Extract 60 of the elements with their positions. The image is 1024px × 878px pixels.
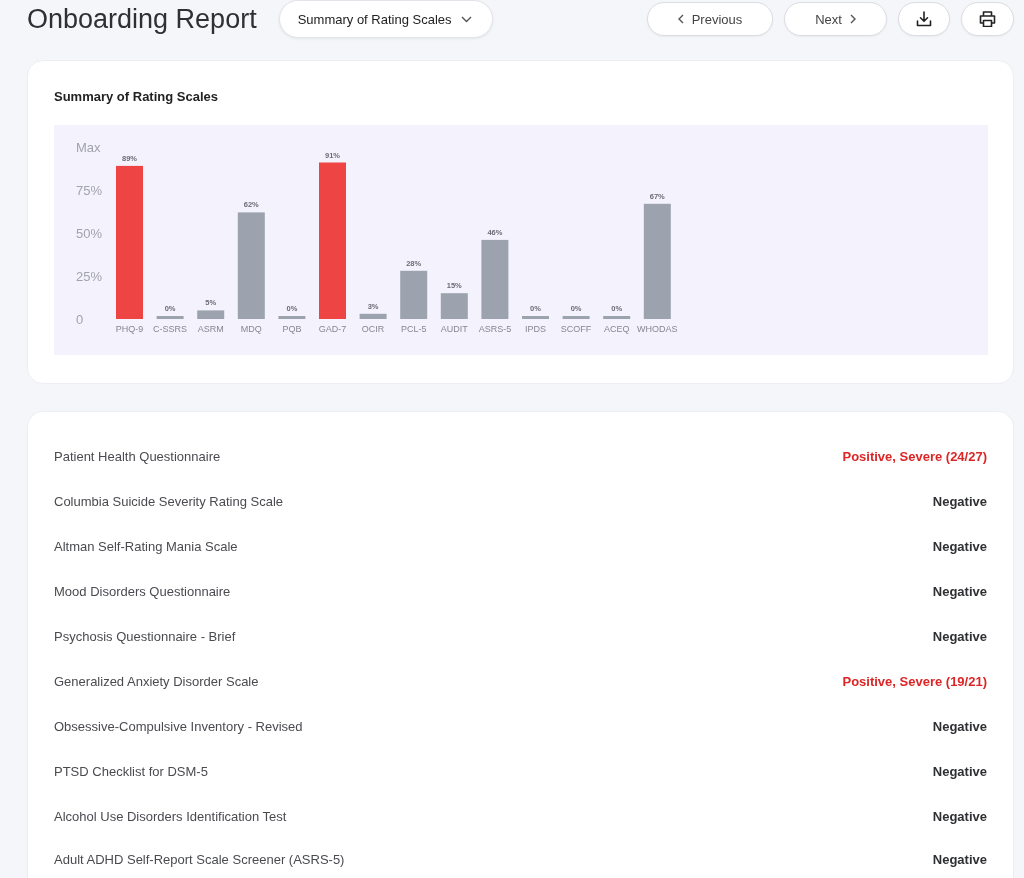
axis-tick-label: 50% bbox=[76, 225, 103, 241]
chart-bar bbox=[400, 270, 428, 319]
download-button[interactable] bbox=[898, 2, 950, 36]
category-label: C-SSRS bbox=[153, 323, 188, 334]
chart-bar bbox=[440, 293, 468, 319]
chevron-right-icon bbox=[849, 14, 856, 24]
chart-bar bbox=[522, 316, 549, 319]
category-label: PCL-5 bbox=[400, 323, 427, 334]
scale-name: Generalized Anxiety Disorder Scale bbox=[54, 674, 259, 689]
chart-bar bbox=[359, 313, 387, 319]
scale-name: PTSD Checklist for DSM-5 bbox=[54, 764, 208, 779]
result-text: Positive, Severe (19/21) bbox=[842, 674, 987, 689]
scale-name: Altman Self-Rating Mania Scale bbox=[54, 539, 238, 554]
chart-bar bbox=[278, 316, 306, 319]
chart-bar bbox=[197, 310, 225, 319]
category-label: AUDIT bbox=[440, 323, 468, 334]
result-text: Negative bbox=[932, 764, 987, 779]
category-label: IPDS bbox=[525, 323, 546, 334]
scale-name: Psychosis Questionnaire - Brief bbox=[54, 629, 236, 644]
chevron-left-icon bbox=[677, 14, 684, 24]
axis-tick-label: 25% bbox=[76, 268, 103, 284]
category-label: MDQ bbox=[240, 323, 262, 334]
chart-bar bbox=[562, 316, 590, 319]
scale-name: Columbia Suicide Severity Rating Scale bbox=[54, 494, 284, 509]
result-text: Positive, Severe (24/27) bbox=[842, 449, 987, 464]
download-icon bbox=[916, 11, 932, 27]
result-text: Negative bbox=[932, 539, 987, 554]
result-text: Negative bbox=[932, 852, 987, 867]
result-text: Negative bbox=[932, 809, 987, 824]
category-label: ASRM bbox=[197, 323, 224, 334]
result-text: Negative bbox=[932, 584, 987, 599]
chart-bar bbox=[603, 316, 631, 319]
axis-tick-label: 75% bbox=[76, 182, 103, 198]
scale-name: Alcohol Use Disorders Identification Test bbox=[54, 809, 287, 824]
axis-tick-label: Max bbox=[76, 139, 101, 155]
print-button[interactable] bbox=[961, 2, 1014, 36]
chevron-down-icon bbox=[460, 15, 472, 23]
category-label: GAD-7 bbox=[318, 323, 347, 334]
category-label: PQB bbox=[282, 323, 302, 334]
printer-icon bbox=[979, 11, 996, 27]
result-text: Negative bbox=[932, 629, 987, 644]
axis-tick-label: 0 bbox=[76, 311, 84, 327]
chart-bar bbox=[156, 316, 184, 319]
category-label: PHQ-9 bbox=[115, 323, 144, 334]
category-label: OCIR bbox=[361, 323, 385, 334]
category-label: ACEQ bbox=[603, 323, 630, 334]
result-text: Negative bbox=[932, 719, 987, 734]
next-button[interactable]: Next bbox=[784, 2, 887, 36]
scale-name: Mood Disorders Questionnaire bbox=[54, 584, 231, 599]
scale-name: Obsessive-Compulsive Inventory - Revised bbox=[54, 719, 303, 734]
category-label: ASRS-5 bbox=[478, 323, 512, 334]
result-text: Negative bbox=[932, 494, 987, 509]
page-title: Onboarding Report bbox=[27, 3, 257, 35]
previous-button[interactable]: Previous bbox=[647, 2, 773, 36]
category-label: WHODAS bbox=[637, 323, 678, 334]
scale-name: Patient Health Questionnaire bbox=[54, 449, 221, 464]
section-dropdown[interactable]: Summary of Rating Scales bbox=[278, 0, 493, 38]
card-title: Summary of Rating Scales bbox=[54, 89, 219, 105]
category-label: SCOFF bbox=[560, 323, 592, 334]
scale-name: Adult ADHD Self-Report Scale Screener (ASRS-5) bbox=[54, 852, 345, 867]
